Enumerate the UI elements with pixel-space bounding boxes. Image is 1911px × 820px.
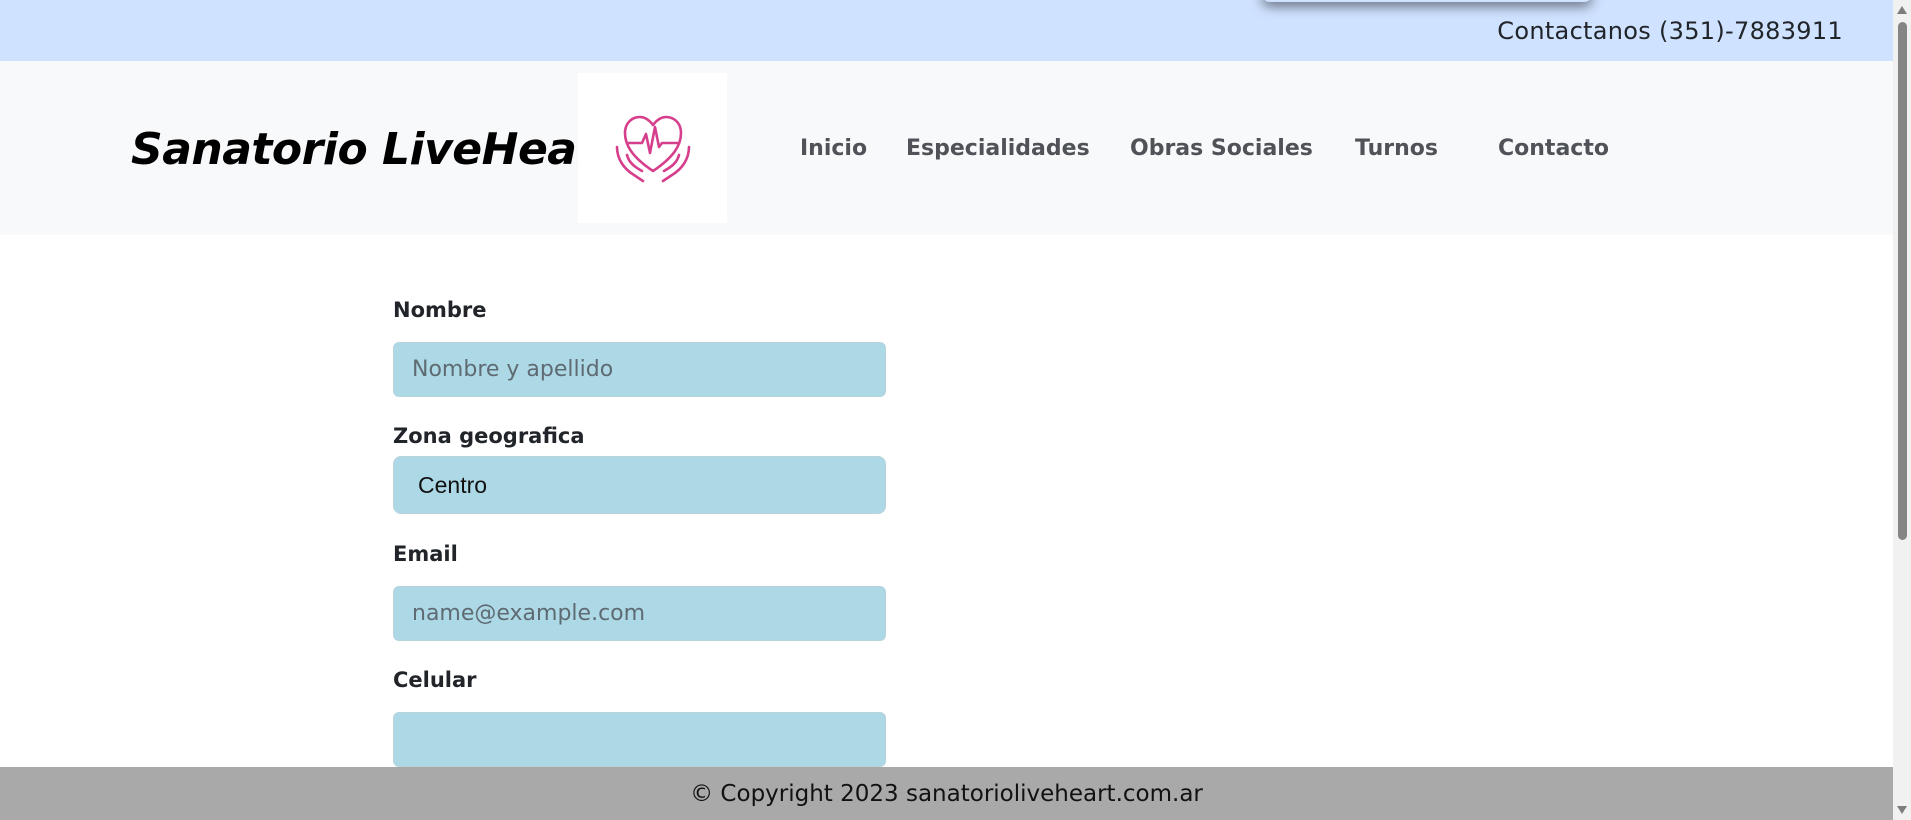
contact-phone: Contactanos (351)-7883911: [1497, 17, 1843, 45]
vertical-scrollbar[interactable]: [1893, 0, 1911, 820]
scroll-thumb[interactable]: [1898, 22, 1907, 540]
scroll-down-arrow-icon[interactable]: [1897, 806, 1907, 814]
email-label: Email: [393, 542, 458, 566]
zona-select[interactable]: Centro: [393, 456, 886, 514]
dropdown-shadow: [1262, 0, 1592, 2]
scroll-up-arrow-icon[interactable]: [1897, 6, 1907, 14]
celular-input[interactable]: [393, 712, 886, 767]
nombre-input[interactable]: [393, 342, 886, 397]
heart-hands-logo-icon: [615, 115, 691, 183]
top-contact-bar: Contactanos (351)-7883911: [0, 0, 1893, 61]
zona-selected-value: Centro: [418, 472, 488, 498]
nav-obras-sociales[interactable]: Obras Sociales: [1130, 136, 1313, 161]
nav-especialidades[interactable]: Especialidades: [906, 136, 1090, 161]
nav-inicio[interactable]: Inicio: [800, 136, 867, 161]
logo[interactable]: [578, 73, 727, 223]
brand-title[interactable]: Sanatorio LiveHeart: [131, 124, 619, 175]
copyright-text: © Copyright 2023 sanatorioliveheart.com.…: [690, 781, 1203, 807]
nav-turnos[interactable]: Turnos: [1355, 136, 1438, 161]
footer: © Copyright 2023 sanatorioliveheart.com.…: [0, 767, 1893, 820]
zona-label: Zona geografica: [393, 424, 585, 448]
email-input[interactable]: [393, 586, 886, 641]
celular-label: Celular: [393, 668, 477, 692]
nombre-label: Nombre: [393, 298, 487, 322]
nav-contacto[interactable]: Contacto: [1498, 136, 1609, 161]
